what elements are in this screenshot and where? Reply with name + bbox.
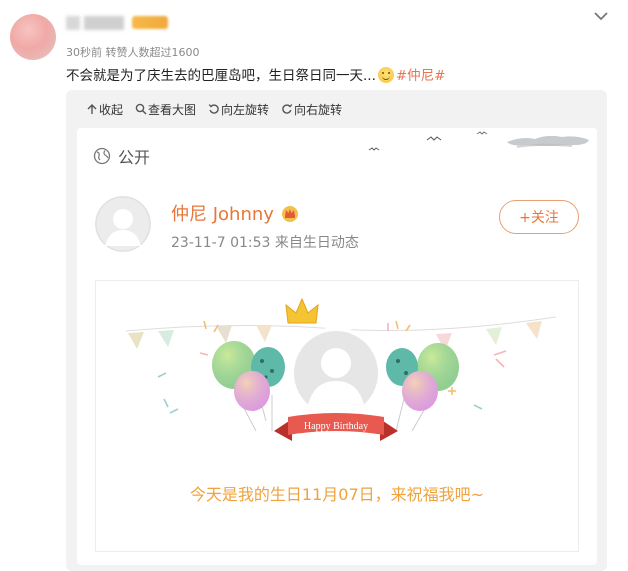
weibo-post: 30秒前 转赞人数超过1600 不会就是为了庆生去的巴厘岛吧，生日祭日同一天..… bbox=[0, 0, 628, 571]
birthday-illustration: Happy Birthday bbox=[125, 297, 557, 441]
rotate-right-button[interactable]: 向右旋转 bbox=[281, 100, 342, 118]
sky-decoration bbox=[368, 131, 589, 151]
view-large-button[interactable]: 查看大图 bbox=[135, 100, 196, 118]
collapse-button[interactable]: 收起 bbox=[86, 100, 123, 118]
crown-icon bbox=[281, 206, 298, 222]
avatar[interactable] bbox=[10, 14, 56, 60]
search-icon bbox=[135, 103, 147, 115]
ribbon-text: Happy Birthday bbox=[304, 421, 368, 432]
birthday-card: Happy Birthday 今天是我的生日11月07日，来祝福我吧~ bbox=[95, 280, 579, 552]
follow-button[interactable]: +关注 bbox=[499, 200, 579, 234]
post-time-source: 23-11-7 01:53 来自生日动态 bbox=[171, 235, 359, 251]
user-avatar[interactable] bbox=[95, 196, 151, 252]
visibility-label: 公开 bbox=[93, 144, 150, 168]
rotate-left-icon bbox=[208, 104, 219, 114]
globe-icon bbox=[93, 147, 111, 165]
smile-emoji-icon bbox=[377, 67, 394, 83]
username-blurred[interactable] bbox=[66, 16, 124, 30]
post-text: 不会就是为了庆生去的巴厘岛吧，生日祭日同一天... #仲尼# bbox=[66, 64, 446, 84]
media-toolbar: 收起 查看大图 向左旋转 向右旋转 bbox=[86, 100, 342, 118]
birthday-message: 今天是我的生日11月07日，来祝福我吧~ bbox=[189, 485, 485, 504]
rotate-left-button[interactable]: 向左旋转 bbox=[208, 100, 269, 118]
post-meta: 30秒前 转赞人数超过1600 bbox=[66, 46, 200, 59]
shared-image[interactable]: 公开 仲尼 Johnny 23-11-7 01:53 来自生日动态 +关注 Ha… bbox=[77, 128, 597, 565]
default-avatar-icon bbox=[95, 196, 151, 252]
post-body: 不会就是为了庆生去的巴厘岛吧，生日祭日同一天... bbox=[66, 68, 376, 84]
hashtag-link[interactable]: #仲尼# bbox=[396, 68, 446, 84]
collapse-icon bbox=[87, 104, 97, 114]
chevron-down-icon[interactable] bbox=[592, 8, 610, 24]
card-username[interactable]: 仲尼 Johnny bbox=[171, 200, 300, 226]
media-viewer: 收起 查看大图 向左旋转 向右旋转 公开 仲尼 Johnny 23-11-7 0… bbox=[66, 90, 607, 571]
vip-badge bbox=[132, 16, 168, 29]
rotate-right-icon bbox=[282, 104, 293, 114]
